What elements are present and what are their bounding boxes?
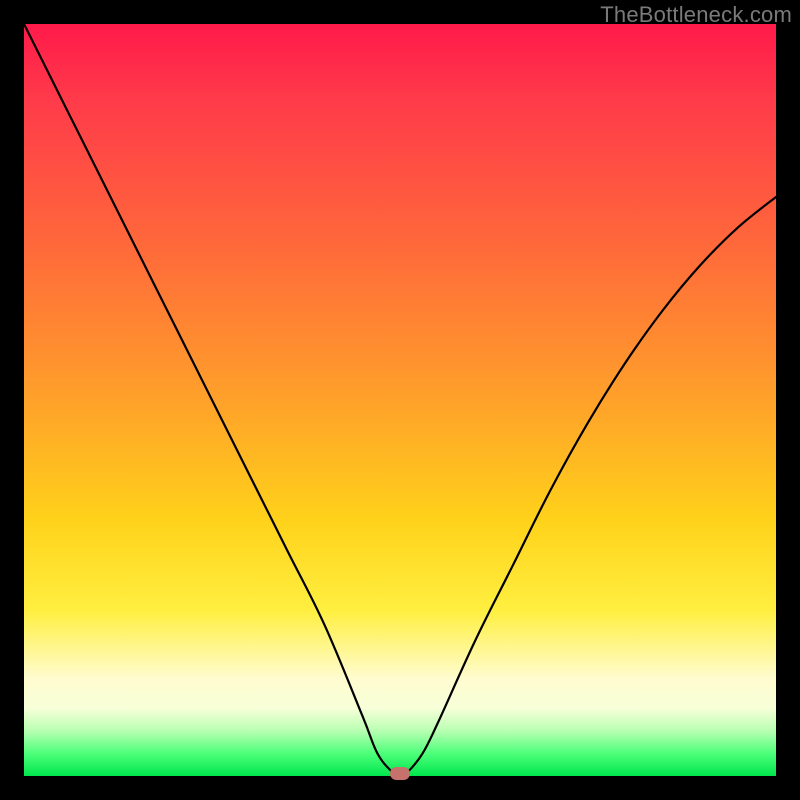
chart-frame: TheBottleneck.com <box>0 0 800 800</box>
bottleneck-curve <box>24 24 776 776</box>
watermark-text: TheBottleneck.com <box>600 2 792 28</box>
minimum-marker <box>390 767 410 780</box>
